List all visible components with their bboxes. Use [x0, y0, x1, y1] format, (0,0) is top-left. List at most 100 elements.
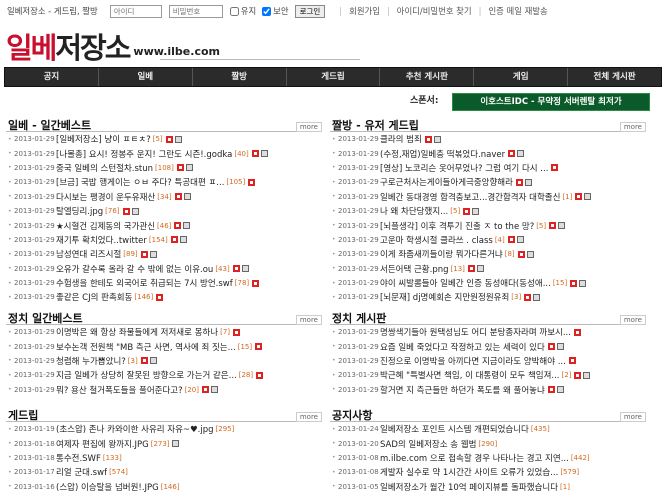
- more-button[interactable]: more: [619, 412, 646, 422]
- post-title-link[interactable]: 나 왜 차단당했지...: [380, 205, 448, 217]
- list-item[interactable]: • 2013-01-19 (초스압) 존나 카와이한 사유리 자유~♥.jpg [29…: [6, 422, 322, 436]
- nav-tab[interactable]: 게임: [474, 68, 569, 86]
- list-item[interactable]: • 2013-01-29 좋같은 CJ의 판촉회동 [146]: [6, 290, 322, 304]
- post-title-link[interactable]: 지금 일베가 상당히 잘못된 방향으로 가는거 같은...: [56, 369, 237, 381]
- post-title-link[interactable]: 고운마 학생시절 클라쓰 . class: [380, 234, 493, 246]
- keep-checkbox[interactable]: [229, 6, 239, 16]
- section-title[interactable]: 짤방 - 유저 게드립: [332, 117, 419, 133]
- post-title-link[interactable]: 통수전.SWF: [56, 452, 101, 464]
- list-item[interactable]: • 2013-01-29 요즘 일베 죽었다고 작정하고 있는 세력이 있다: [330, 339, 646, 353]
- more-button[interactable]: more: [295, 412, 322, 422]
- list-item[interactable]: • 2013-01-08 m.ilbe.com 으로 접속할 경우 나타나는 경고 …: [330, 451, 646, 465]
- list-item[interactable]: • 2013-01-29 [일베저장소] 냥이 ㅍㅌㅊ? [5]: [6, 132, 322, 146]
- nav-tab[interactable]: 게드립: [287, 68, 381, 86]
- resend-mail-link[interactable]: 인증 메일 재발송: [488, 5, 547, 17]
- list-item[interactable]: • 2013-01-17 리얼 군대.swf [574]: [6, 465, 322, 479]
- list-item[interactable]: • 2013-01-20 SAD의 일베저장소 송 웹범 [290]: [330, 436, 646, 450]
- list-item[interactable]: • 2013-01-18 여제자 편집에 왕까지.JPG [273]: [6, 436, 322, 450]
- more-button[interactable]: more: [619, 315, 646, 325]
- password-input[interactable]: [168, 4, 223, 18]
- list-item[interactable]: • 2013-01-29 나 왜 차단당했지... [5]: [330, 204, 646, 218]
- post-title-link[interactable]: 진정으로 이명박을 아끼다면 지금이라도 양박해야 ...: [380, 355, 566, 367]
- post-title-link[interactable]: 요즘 일베 죽었다고 작정하고 있는 세력이 있다: [380, 341, 545, 353]
- keep-login-checkbox[interactable]: 유지: [229, 5, 256, 17]
- list-item[interactable]: • 2013-01-29 청렴해 누가뽑았니? [3]: [6, 354, 322, 368]
- section-title[interactable]: 공지사항: [332, 407, 372, 423]
- more-button[interactable]: more: [295, 122, 322, 132]
- post-title-link[interactable]: [브금] 국밥 행게이는 ㅇㅂ 주다? 특공대편 ㅍ...: [56, 176, 224, 188]
- nav-tab[interactable]: 추천 게시판: [380, 68, 475, 86]
- secure-checkbox[interactable]: 보안: [262, 5, 289, 17]
- id-input[interactable]: [109, 4, 162, 18]
- post-title-link[interactable]: 리얼 군대.swf: [56, 466, 107, 478]
- list-item[interactable]: • 2013-01-29 지금 일베가 상당히 잘못된 방향으로 가는거 같은...…: [6, 368, 322, 382]
- post-title-link[interactable]: [나몰총] 요시! 정봉주 운지! 그란도 시즌!.godka: [56, 148, 232, 160]
- post-title-link[interactable]: 박근혜 "특별사면 책임, 이 대통령이 모두 책임져...: [380, 369, 560, 381]
- post-title-link[interactable]: 좋같은 CJ의 판촉회동: [56, 291, 132, 303]
- post-title-link[interactable]: 명쌍색기들아 원택성님도 어디 분탕종자라며 까보시...: [380, 326, 571, 338]
- post-title-link[interactable]: 이명박은 왜 항상 좌물들에게 저저새로 몽하나: [56, 326, 218, 338]
- list-item[interactable]: • 2013-01-29 다시보는 팽경이 운두유재산 [34]: [6, 190, 322, 204]
- list-item[interactable]: • 2013-01-29 클라의 범죄: [330, 132, 646, 146]
- list-item[interactable]: • 2013-01-29 진정으로 이명박을 아끼다면 지금이라도 양박해야 ...: [330, 354, 646, 368]
- login-button[interactable]: 로그인: [294, 4, 326, 18]
- more-button[interactable]: more: [619, 122, 646, 132]
- nav-tab[interactable]: 전체 게시판: [568, 68, 661, 86]
- list-item[interactable]: • 2013-01-08 게발자 실수로 약 1시간간 사이트 오류가 있었습...…: [330, 465, 646, 479]
- list-item[interactable]: • 2013-01-29 이게 좌좀새끼들이랑 뭐가다른거냐 [8]: [330, 247, 646, 261]
- post-title-link[interactable]: [뇌문재] dj명예회손 지만원정원유죄: [380, 291, 509, 303]
- section-title[interactable]: 일베 - 일간베스트: [8, 117, 91, 133]
- post-title-link[interactable]: (수정,재업)일베충 떡볶었다.naver: [380, 148, 505, 160]
- section-title[interactable]: 게드립: [8, 407, 38, 423]
- nav-tab[interactable]: 일베: [99, 68, 193, 86]
- list-item[interactable]: • 2013-01-29 남성연대 리즈시절 [89]: [6, 247, 322, 261]
- list-item[interactable]: • 2013-01-29 할거면 지 측근들만 하던가 폭도를 왜 풀어놓냐: [330, 383, 646, 397]
- post-title-link[interactable]: 야이 씨발롬들아 일베간 인증 동성애다(동성애...: [380, 277, 551, 289]
- section-title[interactable]: 정치 게시판: [332, 310, 386, 326]
- post-title-link[interactable]: [일베저장소] 냥이 ㅍㅌㅊ?: [56, 133, 151, 145]
- post-title-link[interactable]: 오유가 갈수록 올라 갈 수 밖에 없는 이유.ou: [56, 263, 213, 275]
- post-title-link[interactable]: 보수논객 전원책 "MB 측근 사면, 역사에 죄 짓는...: [56, 341, 236, 353]
- post-title-link[interactable]: 일베간 동대경영 합격충보고...경간함격자 대학졸신: [380, 191, 560, 203]
- list-item[interactable]: • 2013-01-29 뭐? 용산 철거폭도들을 풀어준다고? [20]: [6, 383, 322, 397]
- post-title-link[interactable]: 다시보는 팽경이 운두유재산: [56, 191, 155, 203]
- list-item[interactable]: • 2013-01-29 서든어택 근황.png [13]: [330, 262, 646, 276]
- signup-link[interactable]: 회원가입: [349, 5, 380, 17]
- list-item[interactable]: • 2013-01-29 [영상] 노코리슨 옷어무었나? 그럼 여기 다시 ...: [330, 161, 646, 175]
- post-title-link[interactable]: 구로근처사는게이들아게극중앙향해라: [380, 176, 513, 188]
- post-title-link[interactable]: (스압) 이승탈을 넘버원!.JPG: [56, 481, 159, 493]
- post-title-link[interactable]: m.ilbe.com 으로 접속할 경우 나타나는 경고 지연...: [380, 452, 569, 464]
- list-item[interactable]: • 2013-01-29 고운마 학생시절 클라쓰 . class [4]: [330, 233, 646, 247]
- post-title-link[interactable]: 청렴해 누가뽑았니?: [56, 355, 126, 367]
- post-title-link[interactable]: 남성연대 리즈시절: [56, 248, 121, 260]
- post-title-link[interactable]: 수험생을 한테도 외국어로 취급되는 7시 방언.swf: [56, 277, 233, 289]
- list-item[interactable]: • 2013-01-29 박근혜 "특별사면 책임, 이 대통령이 모두 책임져..…: [330, 368, 646, 382]
- list-item[interactable]: • 2013-01-29 명쌍색기들아 원택성님도 어디 분탕종자라며 까보시...: [330, 325, 646, 339]
- post-title-link[interactable]: (초스압) 존나 카와이한 사유리 자유~♥.jpg: [56, 423, 214, 435]
- post-title-link[interactable]: 일베저장소가 월간 10억 페이지뷰를 돌파했습니다: [380, 481, 558, 493]
- list-item[interactable]: • 2013-01-24 일베저장소 포인트 시스템 개편되었습니다 [435]: [330, 422, 646, 436]
- secure-check[interactable]: [262, 6, 272, 16]
- list-item[interactable]: • 2013-01-29 [브금] 국밥 행게이는 ㅇㅂ 주다? 특공대편 ㅍ...…: [6, 175, 322, 189]
- post-title-link[interactable]: 할거면 지 측근들만 하던가 폭도를 왜 풀어놓냐: [380, 384, 545, 396]
- post-title-link[interactable]: ★시혈건 김제동의 국가관신: [56, 220, 155, 232]
- list-item[interactable]: • 2013-01-29 오유가 갈수록 올라 갈 수 밖에 없는 이유.ou [43…: [6, 262, 322, 276]
- post-title-link[interactable]: 게발자 실수로 약 1시간간 사이트 오류가 있었습...: [380, 466, 558, 478]
- list-item[interactable]: • 2013-01-16 (스압) 이승탈을 넘버원!.JPG [146]: [6, 480, 322, 494]
- nav-tab[interactable]: 공지: [5, 68, 99, 86]
- post-title-link[interactable]: 재기투 확치었다..twitter: [56, 234, 147, 246]
- list-item[interactable]: • 2013-01-05 일베저장소가 월간 10억 페이지뷰를 돌파했습니다 [1]: [330, 480, 646, 494]
- post-title-link[interactable]: 이게 좌좀새끼들이랑 뭐가다른거냐: [380, 248, 503, 260]
- list-item[interactable]: • 2013-01-29 야이 씨발롬들아 일베간 인증 동성애다(동성애... [1…: [330, 276, 646, 290]
- list-item[interactable]: • 2013-01-29 일베간 동대경영 합격충보고...경간함격자 대학졸신 [1…: [330, 190, 646, 204]
- post-title-link[interactable]: 여제자 편집에 왕까지.JPG: [56, 438, 149, 450]
- list-item[interactable]: • 2013-01-29 탈엘딩리.jpg [76]: [6, 204, 322, 218]
- list-item[interactable]: • 2013-01-18 통수전.SWF [133]: [6, 451, 322, 465]
- list-item[interactable]: • 2013-01-29 재기투 확치었다..twitter [154]: [6, 233, 322, 247]
- post-title-link[interactable]: 탈엘딩리.jpg: [56, 205, 103, 217]
- post-title-link[interactable]: [뇌플생각] 이후 격투기 진출 ㅈ to the 망?: [380, 220, 534, 232]
- sponsor-banner[interactable]: 이호스트IDC - 무약정 서버렌탈 최저가: [452, 93, 650, 111]
- more-button[interactable]: more: [295, 315, 322, 325]
- list-item[interactable]: • 2013-01-29 보수논객 전원책 "MB 측근 사면, 역사에 죄 짓는.…: [6, 339, 322, 353]
- list-item[interactable]: • 2013-01-29 구로근처사는게이들아게극중앙향해라: [330, 175, 646, 189]
